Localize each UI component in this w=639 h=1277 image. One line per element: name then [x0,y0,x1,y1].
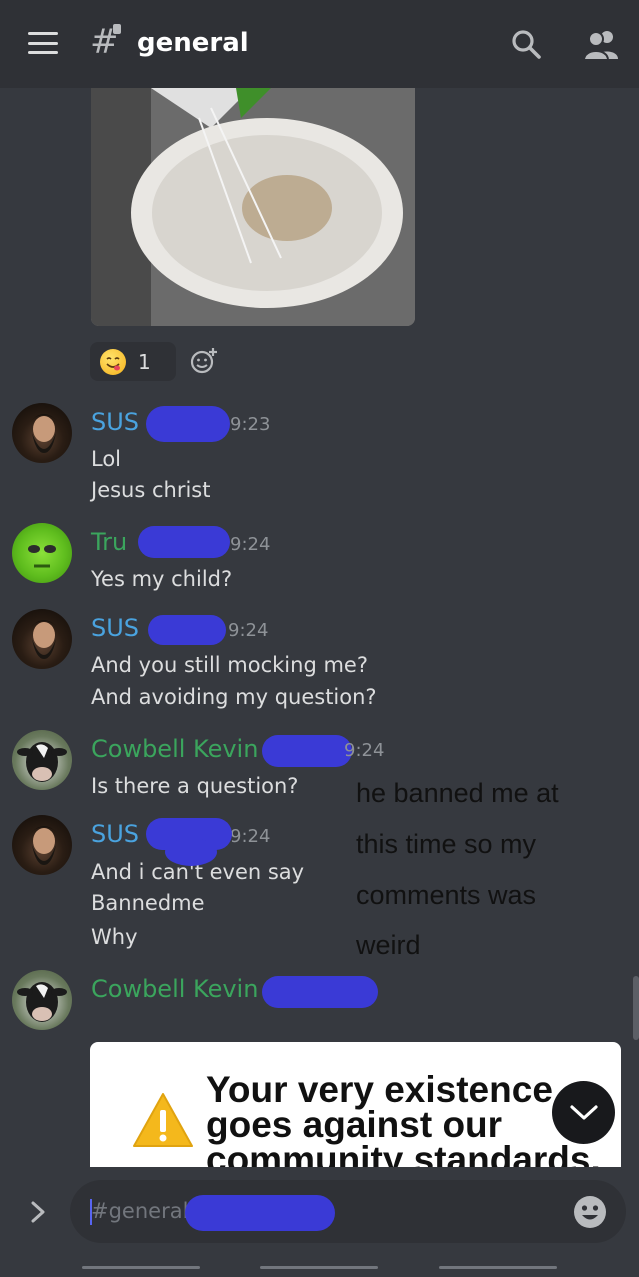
username[interactable]: SUS [91,614,139,642]
attachment-image[interactable] [91,88,415,326]
avatar[interactable] [12,730,72,790]
embed-image[interactable]: Your very existence goes against our com… [90,1042,621,1170]
redaction-scribble [262,735,352,767]
lock-icon [113,24,121,34]
message-text: Lol [91,447,122,471]
redaction-scribble [262,976,378,1008]
annotation-text: weird [356,930,421,960]
nav-bar-segment [260,1266,378,1269]
avatar[interactable] [12,523,72,583]
emoji-picker-icon[interactable] [573,1195,607,1229]
annotation-text: this time so my [356,829,537,859]
reaction-pill[interactable]: 1 [90,342,176,381]
username[interactable]: Cowbell Kevin [91,975,258,1003]
username[interactable]: Cowbell Kevin [91,735,258,763]
timestamp: 9:24 [228,620,269,641]
menu-icon[interactable] [28,32,58,54]
nav-bar-segment [82,1266,200,1269]
embed-text-line: community standards. [206,1139,601,1170]
warning-icon [133,1093,193,1147]
timestamp: 9:24 [344,740,385,761]
nav-bar-segment [439,1266,557,1269]
redaction-scribble [185,1195,335,1231]
annotation-text: he banned me at [356,778,559,808]
message-text: And avoiding my question? [91,685,377,709]
timestamp: 9:24 [230,826,271,847]
redaction-scribble [148,615,226,645]
message-text: Is there a question? [91,774,299,798]
timestamp: 9:23 [230,414,271,435]
avatar[interactable] [12,609,72,669]
avatar[interactable] [12,815,72,875]
face-savoring-food-icon [100,348,126,375]
scrollbar[interactable] [633,976,639,1040]
annotation-text: comments was [356,880,537,910]
redaction-scribble [165,838,217,866]
reaction-count: 1 [138,349,151,374]
avatar[interactable] [12,970,72,1030]
jump-to-bottom-button[interactable] [552,1081,615,1144]
timestamp: 9:24 [230,534,271,555]
add-reaction-icon[interactable] [190,347,218,375]
message-text: Bannedme [91,891,205,915]
username[interactable]: Tru [91,528,127,556]
channel-header: # general [0,0,639,88]
chevron-down-icon [569,1104,598,1120]
message-text: Why [91,925,138,949]
redaction-scribble [138,526,230,558]
username[interactable]: SUS [91,820,139,848]
search-icon[interactable] [510,28,542,60]
chevron-right-icon[interactable] [28,1200,48,1224]
message-text: Jesus christ [91,478,211,502]
message-text: And you still mocking me? [91,653,368,677]
channel-name[interactable]: general [137,28,249,58]
members-icon[interactable] [583,28,619,60]
message-input-placeholder: #general [91,1199,189,1223]
avatar[interactable] [12,403,72,463]
username[interactable]: SUS [91,408,139,436]
message-text: Yes my child? [91,567,233,591]
redaction-scribble [146,406,230,442]
